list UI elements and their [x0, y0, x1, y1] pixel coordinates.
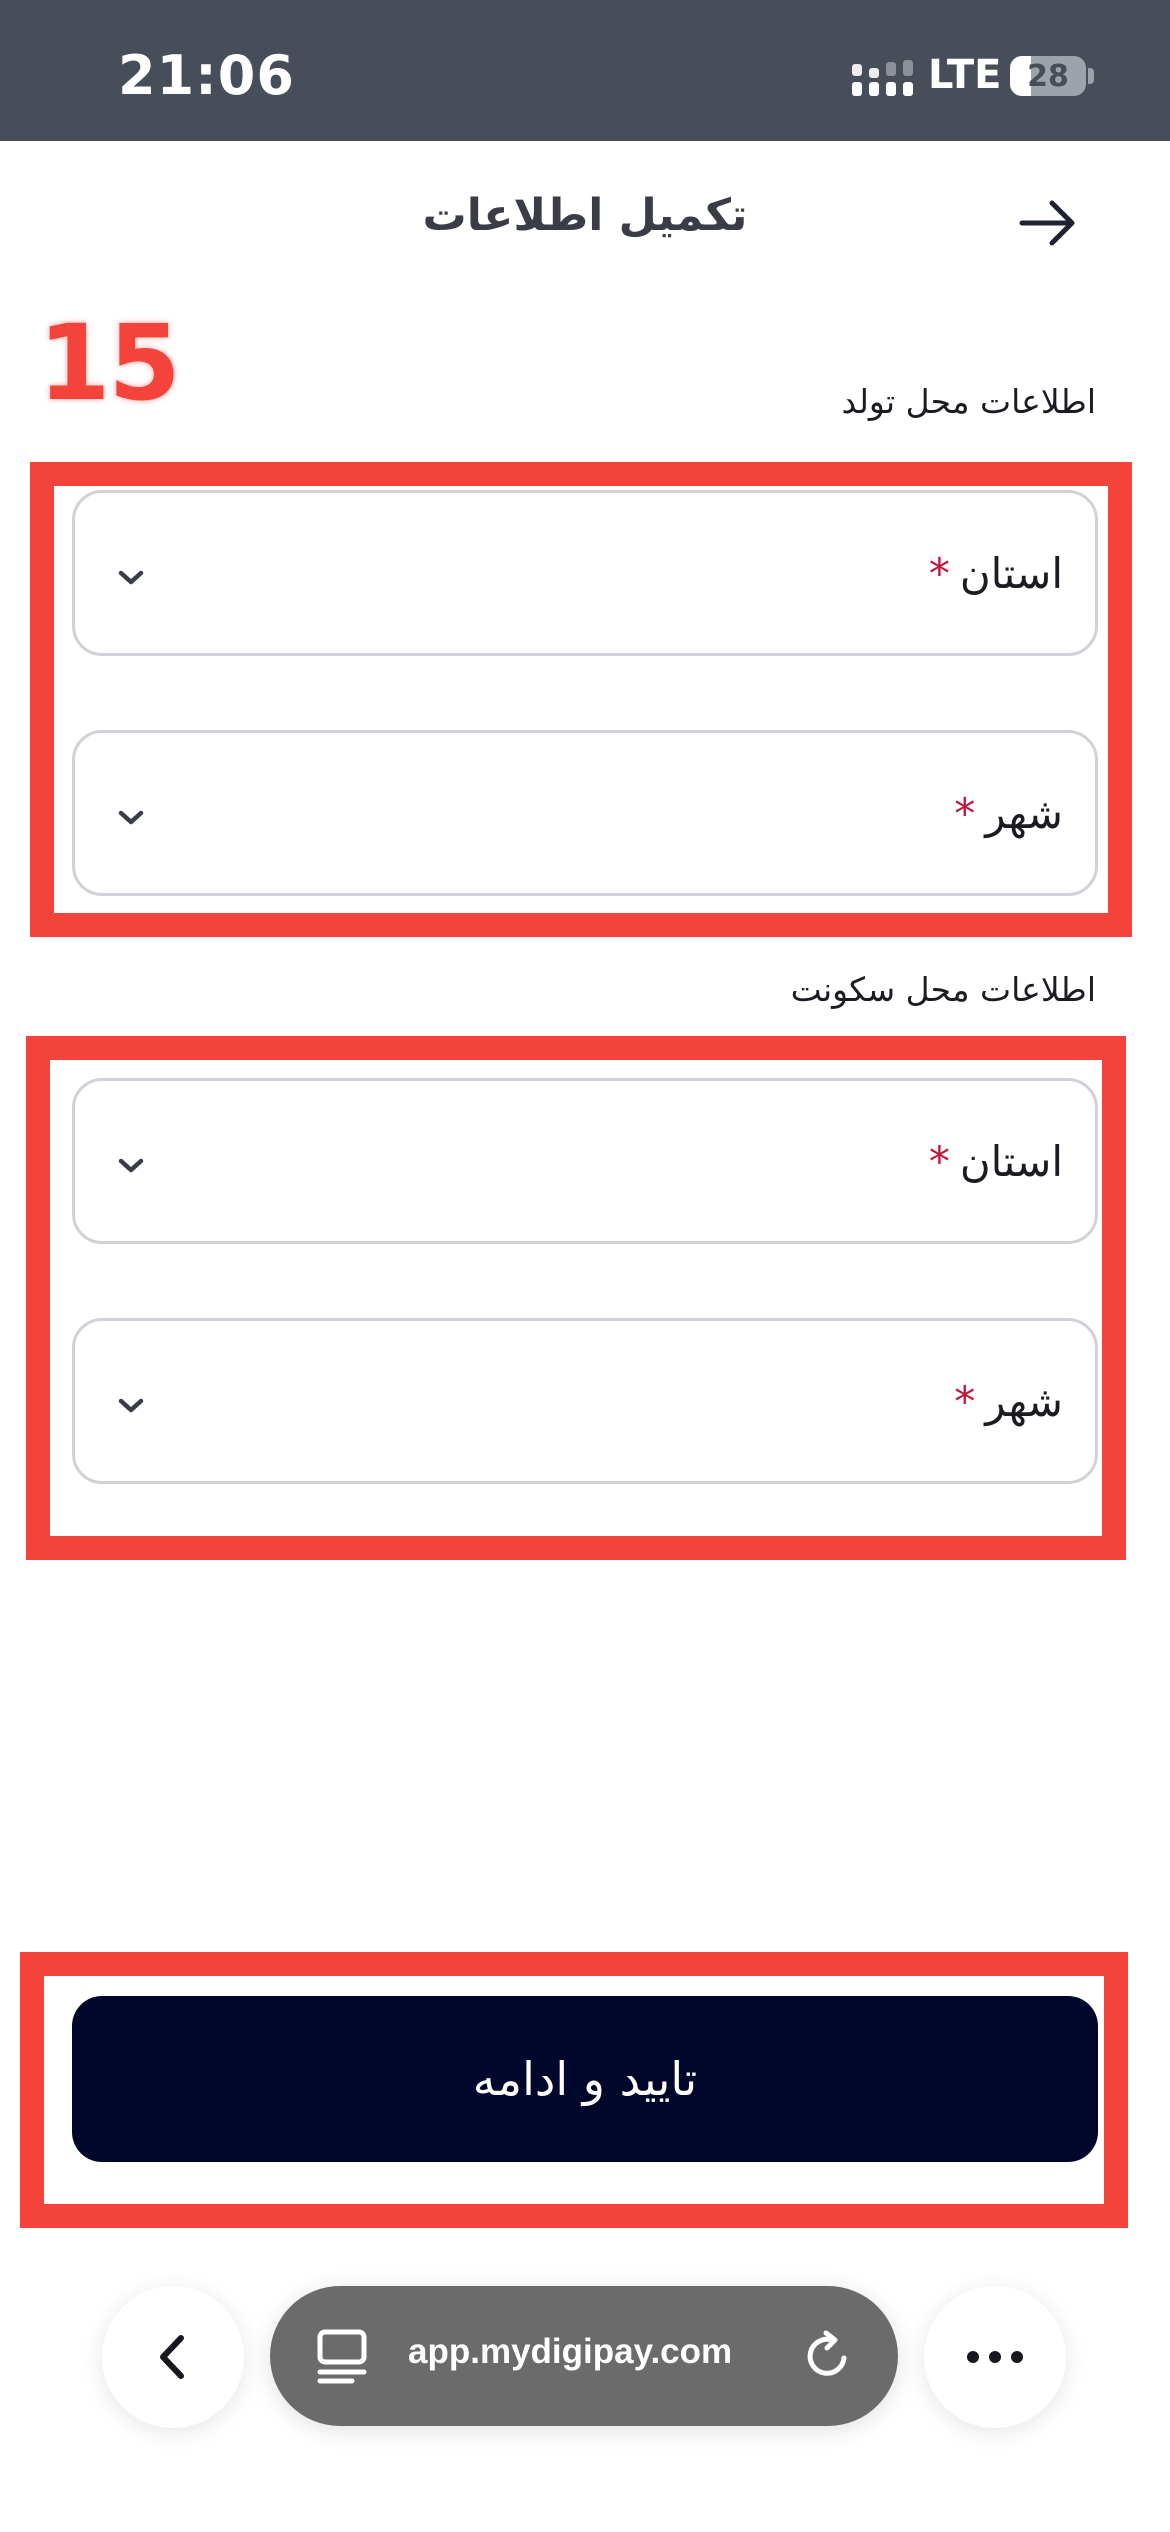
residence-province-label: استان* — [928, 1137, 1063, 1186]
chevron-down-icon — [118, 1158, 144, 1173]
required-mark: * — [954, 1377, 976, 1426]
url-text: app.mydigipay.com — [408, 2332, 733, 2371]
birth-section-label: اطلاعات محل تولد — [841, 382, 1097, 421]
more-dots-icon — [967, 2351, 1023, 2363]
birth-city-label: شهر* — [954, 789, 1063, 838]
battery-percentage: 28 — [1027, 59, 1069, 94]
signal-icon — [852, 60, 913, 96]
birth-province-select[interactable]: استان* — [72, 490, 1098, 656]
chevron-down-icon — [118, 810, 144, 825]
browser-back-button[interactable] — [102, 2286, 244, 2428]
residence-section-label: اطلاعات محل سکونت — [790, 970, 1096, 1009]
residence-city-label: شهر* — [954, 1377, 1063, 1426]
chevron-down-icon — [118, 1398, 144, 1413]
reader-mode-icon[interactable] — [316, 2328, 368, 2384]
chevron-left-icon — [160, 2335, 184, 2379]
battery-icon: 28 — [1010, 56, 1086, 96]
reload-icon[interactable] — [802, 2330, 854, 2382]
chevron-down-icon — [118, 570, 144, 585]
required-mark: * — [928, 549, 950, 598]
birth-province-label: استان* — [928, 549, 1063, 598]
battery-tip — [1088, 68, 1094, 84]
network-type: LTE — [928, 52, 1002, 98]
required-mark: * — [928, 1137, 950, 1186]
step-number-annotation: 15 — [38, 302, 181, 424]
birth-city-select[interactable]: شهر* — [72, 730, 1098, 896]
residence-province-select[interactable]: استان* — [72, 1078, 1098, 1244]
status-time: 21:06 — [118, 44, 295, 107]
residence-city-select[interactable]: شهر* — [72, 1318, 1098, 1484]
confirm-continue-button[interactable]: تایید و ادامه — [72, 1996, 1098, 2162]
page-title: تکمیل اطلاعات — [422, 190, 748, 241]
arrow-right-icon[interactable] — [1018, 196, 1078, 250]
required-mark: * — [954, 789, 976, 838]
browser-more-button[interactable] — [924, 2286, 1066, 2428]
address-bar[interactable]: app.mydigipay.com — [270, 2286, 898, 2426]
